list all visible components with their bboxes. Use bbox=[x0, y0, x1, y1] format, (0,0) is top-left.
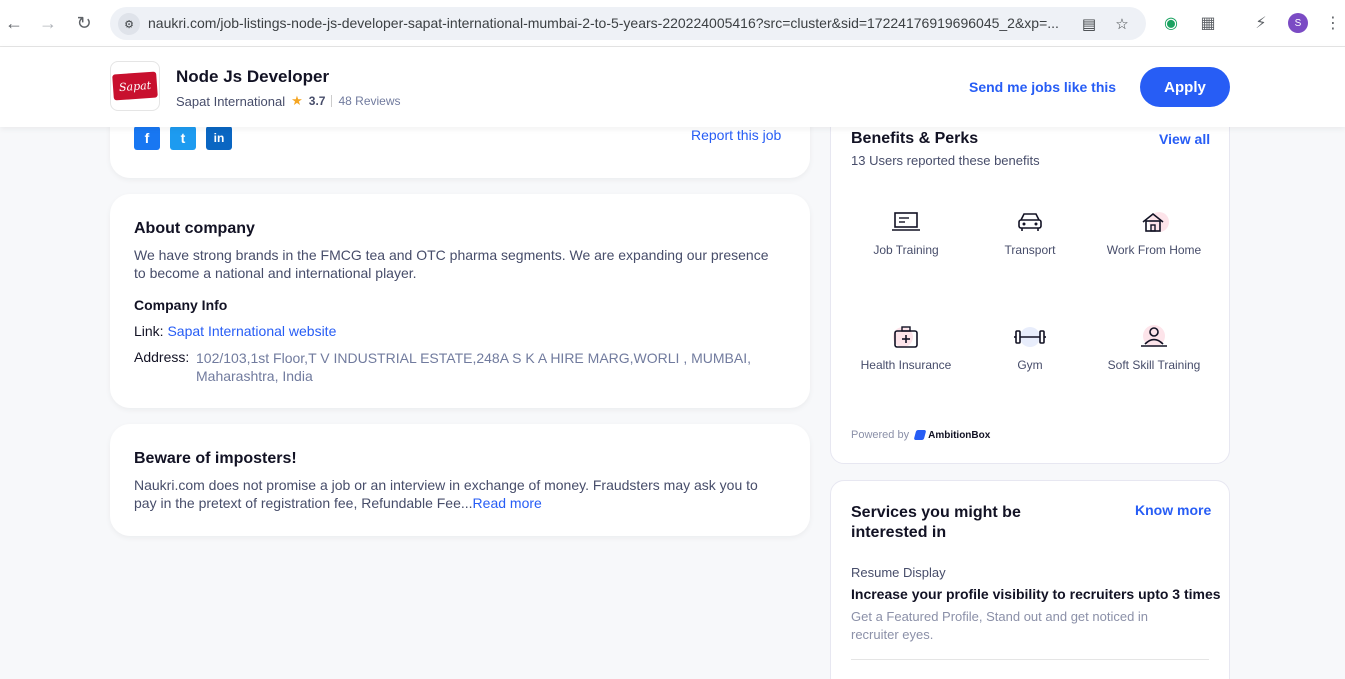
star-icon: ★ bbox=[291, 93, 303, 108]
company-row: Sapat International ★ 3.7 48 Reviews bbox=[176, 93, 401, 109]
company-website-link[interactable]: Sapat International website bbox=[167, 323, 336, 339]
beware-text: Naukri.com does not promise a job or an … bbox=[134, 477, 758, 511]
about-company-card: About company We have strong brands in t… bbox=[110, 194, 810, 408]
site-info-icon[interactable]: ⚙ bbox=[118, 13, 140, 35]
link-label: Link: bbox=[134, 323, 164, 339]
services-card: Services you might be interested in Know… bbox=[830, 480, 1230, 679]
bookmark-star-icon[interactable]: ☆ bbox=[1112, 14, 1132, 34]
service-category: Resume Display bbox=[851, 565, 946, 580]
home-wifi-icon bbox=[1137, 207, 1171, 237]
job-header: Sapat Node Js Developer Sapat Internatio… bbox=[0, 47, 1345, 127]
benefit-item: Work From Home bbox=[1104, 207, 1204, 258]
eye-extension-icon[interactable]: ◉ bbox=[1160, 12, 1182, 34]
benefit-label: Transport bbox=[1004, 243, 1056, 257]
powered-by-label: Powered by bbox=[851, 429, 910, 441]
reload-icon[interactable]: ↻ bbox=[72, 11, 96, 35]
send-jobs-like-this-link[interactable]: Send me jobs like this bbox=[969, 79, 1116, 95]
company-info-heading: Company Info bbox=[134, 297, 228, 313]
menu-kebab-icon[interactable]: ⋮ bbox=[1322, 12, 1344, 34]
linkedin-icon[interactable]: in bbox=[206, 126, 232, 150]
benefit-item: Gym bbox=[980, 322, 1080, 373]
medical-kit-icon bbox=[889, 322, 923, 352]
training-icon bbox=[889, 207, 923, 237]
facebook-icon[interactable]: f bbox=[134, 126, 160, 150]
apply-button[interactable]: Apply bbox=[1140, 67, 1230, 107]
company-rating: 3.7 bbox=[308, 94, 326, 108]
reviews-link[interactable]: 48 Reviews bbox=[338, 94, 400, 108]
company-name[interactable]: Sapat International bbox=[176, 94, 285, 109]
extensions-puzzle-icon[interactable]: ▦ bbox=[1197, 12, 1219, 34]
benefit-item: Health Insurance bbox=[856, 322, 956, 373]
browser-toolbar: ← → ↻ ⚙ naukri.com/job-listings-node-js-… bbox=[0, 0, 1345, 47]
view-all-link[interactable]: View all bbox=[1159, 131, 1210, 147]
about-heading: About company bbox=[134, 220, 255, 237]
ambitionbox-logo[interactable]: AmbitionBox bbox=[913, 429, 991, 441]
presenter-icon bbox=[1137, 322, 1171, 352]
about-description: We have strong brands in the FMCG tea an… bbox=[134, 247, 769, 281]
beware-card: Beware of imposters! Naukri.com does not… bbox=[110, 424, 810, 536]
address-label: Address: bbox=[134, 349, 190, 365]
benefits-title: Benefits & Perks bbox=[851, 130, 979, 147]
company-address: 102/103,1st Floor,T V INDUSTRIAL ESTATE,… bbox=[196, 350, 751, 384]
service-description: Get a Featured Profile, Stand out and ge… bbox=[851, 609, 1149, 642]
twitter-icon[interactable]: t bbox=[170, 126, 196, 150]
logo-wordmark: Sapat bbox=[112, 71, 158, 101]
service-headline[interactable]: Increase your profile visibility to recr… bbox=[851, 586, 1221, 602]
job-title: Node Js Developer bbox=[176, 67, 330, 86]
car-icon bbox=[1013, 207, 1047, 237]
benefit-label: Work From Home bbox=[1106, 243, 1202, 257]
beware-heading: Beware of imposters! bbox=[134, 450, 297, 467]
services-title: Services you might be interested in bbox=[851, 504, 1021, 541]
company-logo[interactable]: Sapat bbox=[110, 61, 160, 111]
benefit-item: Soft Skill Training bbox=[1104, 322, 1204, 373]
dumbbell-icon bbox=[1013, 322, 1047, 352]
powered-by: Powered by AmbitionBox bbox=[851, 429, 990, 441]
benefit-item: Transport bbox=[980, 207, 1080, 258]
benefits-subtitle: 13 Users reported these benefits bbox=[851, 153, 1040, 168]
benefit-label: Job Training bbox=[873, 243, 939, 257]
forward-icon[interactable]: → bbox=[36, 11, 60, 35]
benefits-card: Benefits & Perks View all 13 Users repor… bbox=[830, 100, 1230, 464]
ambitionbox-mark-icon bbox=[913, 430, 927, 440]
benefit-label: Health Insurance bbox=[860, 358, 952, 372]
company-link-row: Link: Sapat International website bbox=[134, 323, 336, 339]
beware-text-block: Naukri.com does not promise a job or an … bbox=[134, 476, 784, 512]
ambitionbox-name: AmbitionBox bbox=[928, 429, 991, 441]
address-bar[interactable]: ⚙ naukri.com/job-listings-node-js-develo… bbox=[110, 7, 1146, 40]
divider bbox=[851, 659, 1209, 660]
url-text[interactable]: naukri.com/job-listings-node-js-develope… bbox=[148, 15, 1078, 31]
install-app-icon[interactable]: ▤ bbox=[1079, 14, 1099, 34]
benefit-item: Job Training bbox=[856, 207, 956, 258]
back-icon[interactable]: ← bbox=[2, 11, 26, 35]
benefit-label: Gym bbox=[1017, 358, 1043, 372]
benefit-label: Soft Skill Training bbox=[1107, 358, 1201, 372]
performance-icon[interactable]: ⚡ bbox=[1250, 12, 1272, 34]
divider bbox=[331, 95, 333, 107]
profile-avatar[interactable]: S bbox=[1288, 13, 1308, 33]
know-more-link[interactable]: Know more bbox=[1135, 502, 1211, 518]
report-job-link[interactable]: Report this job bbox=[691, 127, 781, 143]
read-more-link[interactable]: Read more bbox=[473, 495, 542, 511]
